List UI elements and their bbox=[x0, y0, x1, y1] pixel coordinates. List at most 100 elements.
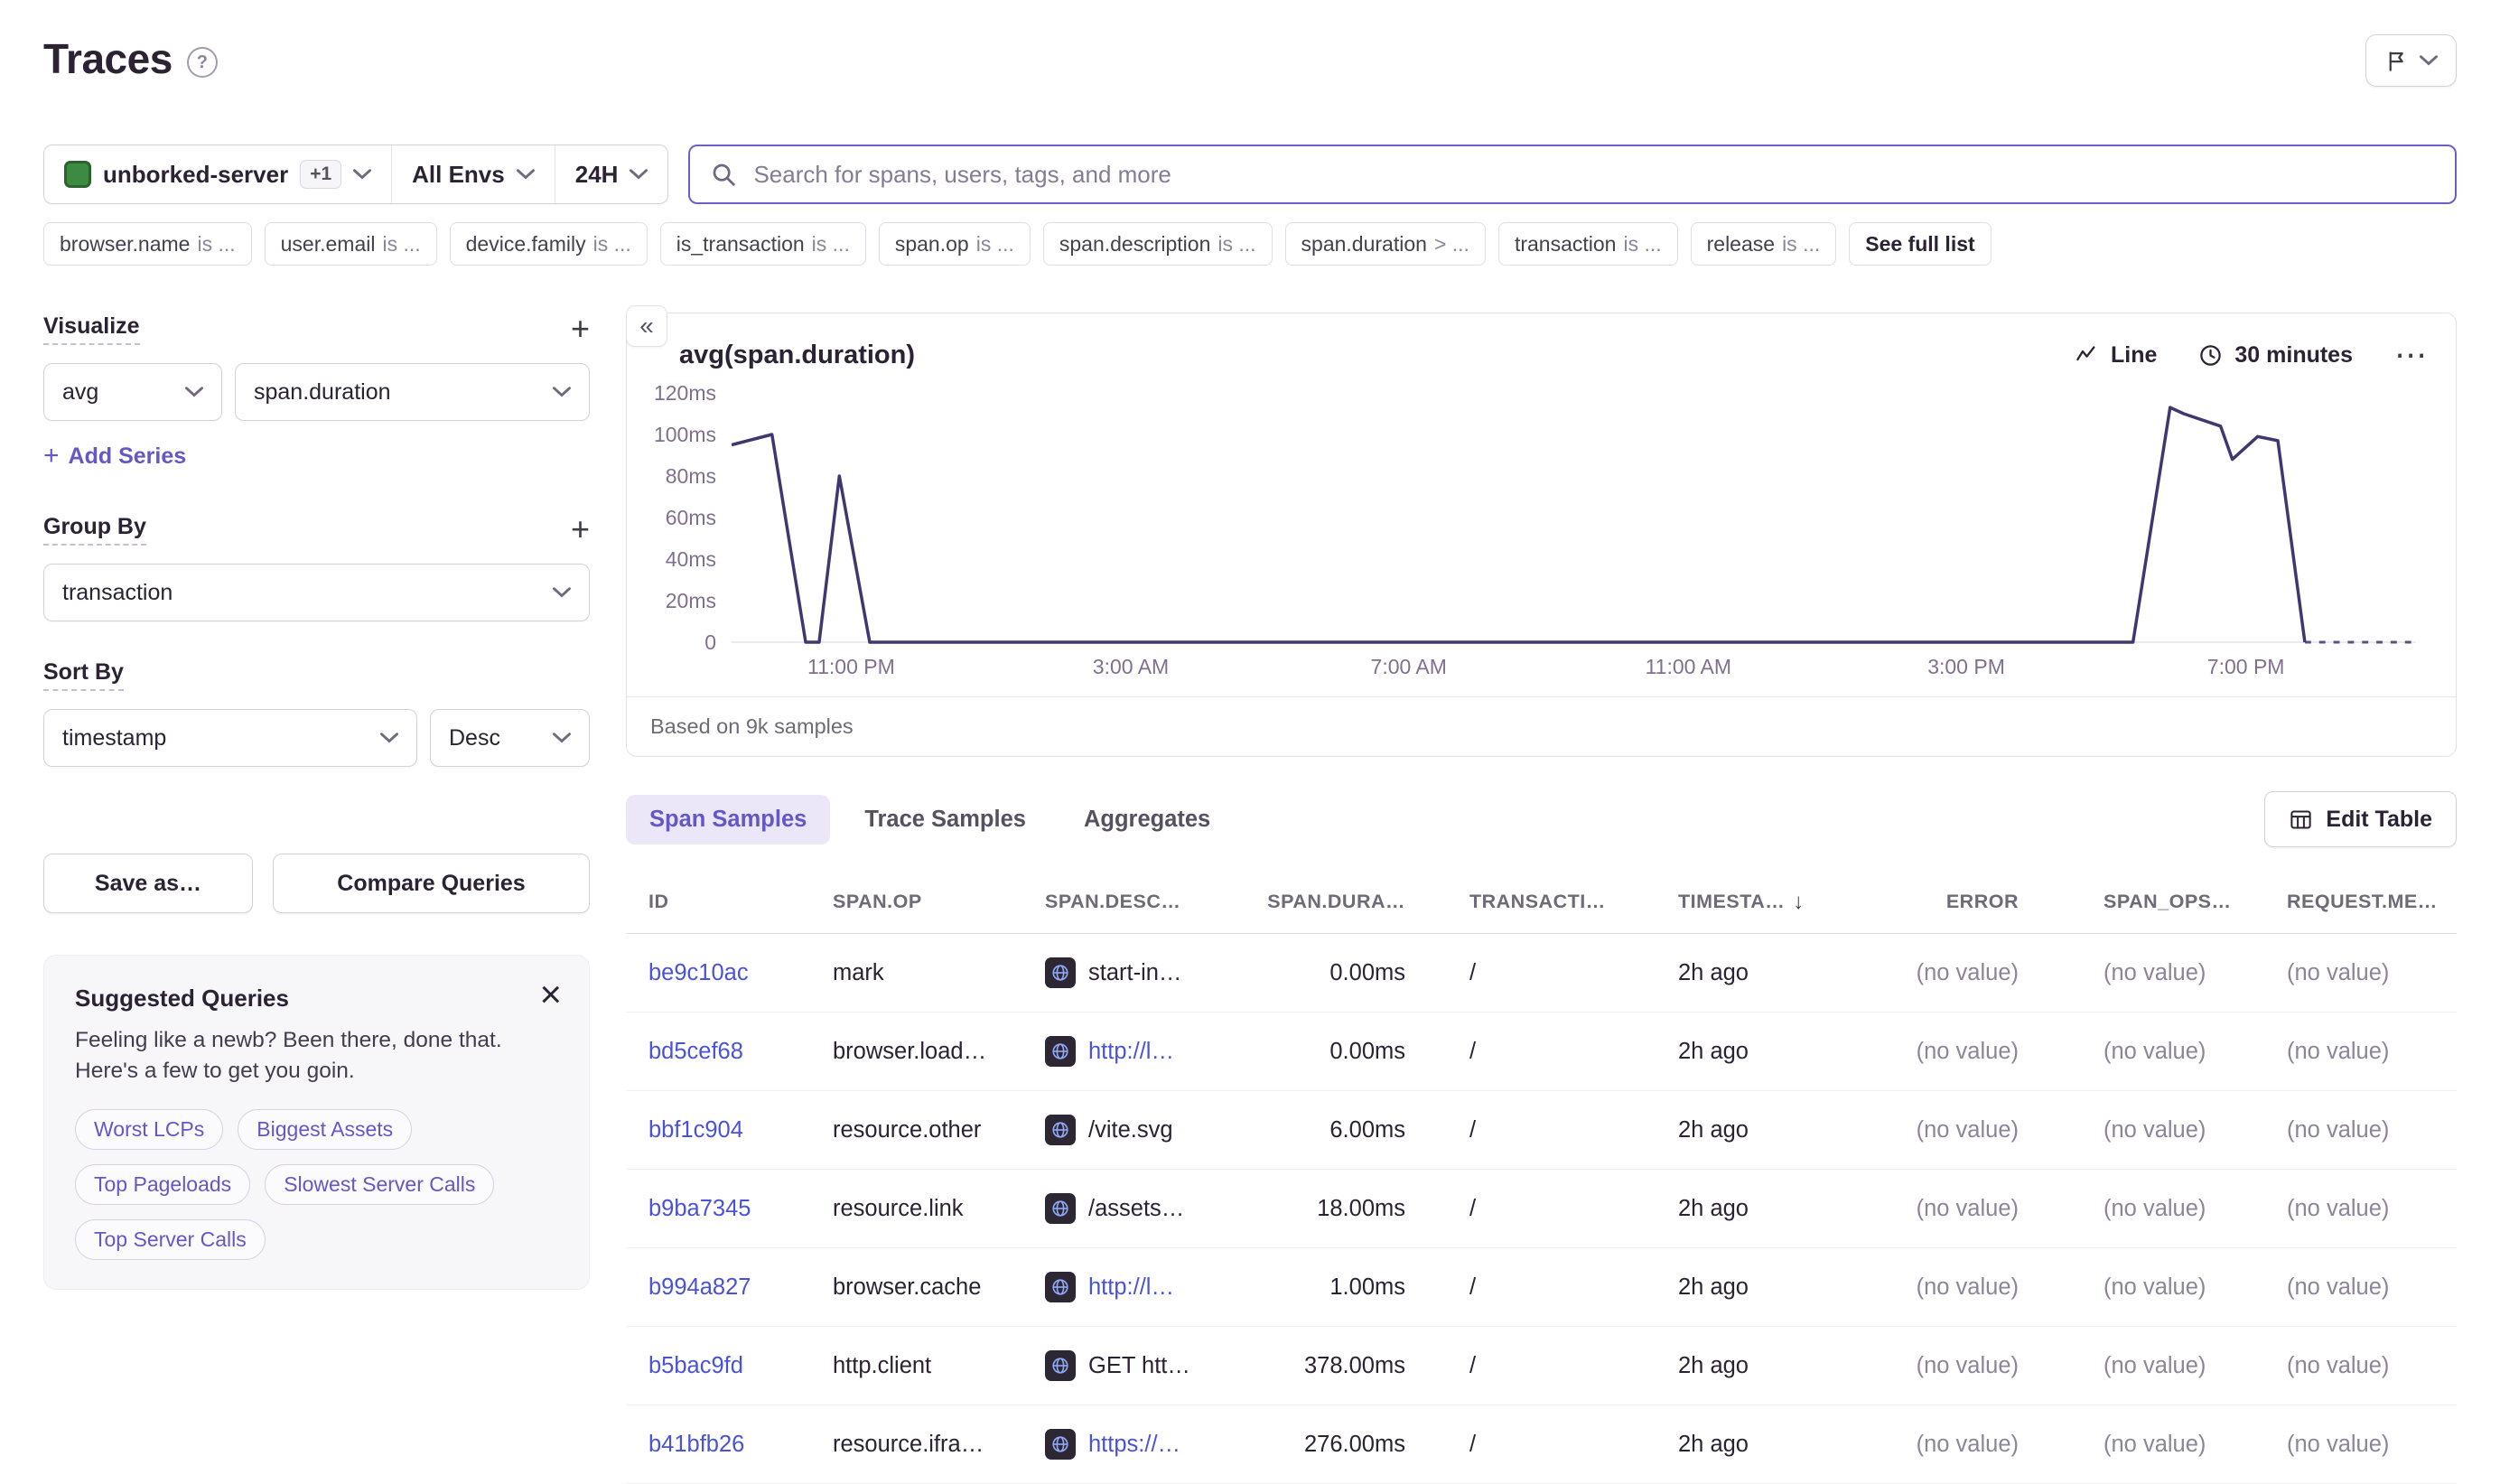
column-label: ID bbox=[648, 891, 669, 913]
save-as-button[interactable]: Save as… bbox=[43, 854, 253, 913]
page-title-wrap: Traces ? bbox=[43, 34, 218, 83]
chart-controls: Line 30 minutes ⋯ bbox=[2075, 339, 2429, 371]
span-description-text[interactable]: https://… bbox=[1088, 1432, 1180, 1458]
span-duration-cell: 18.00ms bbox=[1250, 1196, 1469, 1222]
column-label: SPAN.DURA… bbox=[1267, 891, 1405, 913]
request-method-cell: (no value) bbox=[2287, 1039, 2457, 1065]
timestamp-value[interactable]: 2h ago bbox=[1678, 1353, 1749, 1379]
search-icon bbox=[710, 161, 737, 188]
column-header[interactable]: SPAN_OPS… bbox=[2104, 891, 2287, 913]
close-icon[interactable]: × bbox=[539, 975, 562, 1013]
project-select[interactable]: unborked-server +1 bbox=[44, 145, 391, 203]
span-description-text: GET htt… bbox=[1088, 1353, 1190, 1379]
search-bar[interactable] bbox=[688, 145, 2457, 204]
span-ops-cell: (no value) bbox=[2104, 1432, 2287, 1458]
column-header[interactable]: SPAN.DESC… bbox=[1045, 891, 1250, 913]
timestamp-value[interactable]: 2h ago bbox=[1678, 1432, 1749, 1458]
span-id-link[interactable]: b994a827 bbox=[648, 1274, 833, 1301]
interval-button[interactable]: 30 minutes bbox=[2198, 342, 2353, 369]
error-cell: (no value) bbox=[1887, 1432, 2104, 1458]
quick-filter-chip[interactable]: browser.nameis ... bbox=[43, 222, 252, 266]
suggested-query-chip[interactable]: Slowest Server Calls bbox=[265, 1164, 494, 1205]
span-description-cell: GET htt… bbox=[1045, 1350, 1250, 1381]
suggested-query-chip[interactable]: Top Pageloads bbox=[75, 1164, 250, 1205]
column-header[interactable]: SPAN.OP bbox=[833, 891, 1045, 913]
span-id-link[interactable]: be9c10ac bbox=[648, 960, 833, 986]
span-duration-cell: 0.00ms bbox=[1250, 960, 1469, 986]
aggregate-value: avg bbox=[62, 379, 98, 406]
timestamp-value[interactable]: 2h ago bbox=[1678, 1196, 1749, 1222]
column-header[interactable]: TIMESTA…↓ bbox=[1678, 890, 1887, 915]
date-range-select[interactable]: 24H bbox=[555, 145, 668, 203]
span-description-text[interactable]: http://l… bbox=[1088, 1274, 1174, 1301]
span-description-cell: https://… bbox=[1045, 1429, 1250, 1460]
see-full-list-button[interactable]: See full list bbox=[1849, 222, 1991, 266]
compare-queries-button[interactable]: Compare Queries bbox=[273, 854, 590, 913]
span-id-link[interactable]: b5bac9fd bbox=[648, 1353, 833, 1379]
group-by-select[interactable]: transaction bbox=[43, 564, 590, 621]
timestamp-value[interactable]: 2h ago bbox=[1678, 1117, 1749, 1143]
column-header[interactable]: REQUEST.ME… bbox=[2287, 891, 2457, 913]
quick-filter-chip[interactable]: span.duration> ... bbox=[1285, 222, 1486, 266]
timestamp-value[interactable]: 2h ago bbox=[1678, 1039, 1749, 1065]
table-row[interactable]: b41bfb26resource.ifra…https://…276.00ms/… bbox=[626, 1405, 2457, 1484]
column-label: ERROR bbox=[1946, 891, 2019, 913]
add-group-by-button[interactable]: + bbox=[571, 513, 590, 546]
suggested-query-chip[interactable]: Top Server Calls bbox=[75, 1219, 266, 1260]
timestamp-value[interactable]: 2h ago bbox=[1678, 1274, 1749, 1301]
quick-filter-chip[interactable]: transactionis ... bbox=[1498, 222, 1678, 266]
span-id-link[interactable]: bd5cef68 bbox=[648, 1039, 833, 1065]
timestamp-cell: 2h ago bbox=[1678, 1117, 1887, 1143]
table-row[interactable]: bd5cef68browser.load…http://l…0.00ms/2h … bbox=[626, 1013, 2457, 1091]
visualize-field-select[interactable]: span.duration bbox=[235, 363, 590, 421]
plus-icon: + bbox=[43, 441, 60, 471]
tab-aggregates[interactable]: Aggregates bbox=[1060, 795, 1234, 845]
help-icon[interactable]: ? bbox=[187, 47, 218, 78]
request-method-cell: (no value) bbox=[2287, 1353, 2457, 1379]
chart-type-button[interactable]: Line bbox=[2075, 342, 2157, 369]
column-header[interactable]: ID bbox=[648, 891, 833, 913]
collapse-sidebar-button[interactable]: « bbox=[626, 305, 667, 347]
suggested-query-chip[interactable]: Biggest Assets bbox=[238, 1109, 412, 1150]
visualize-field-value: span.duration bbox=[254, 379, 391, 406]
table-row[interactable]: be9c10acmarkstart-in…0.00ms/2h ago(no va… bbox=[626, 934, 2457, 1013]
table-row[interactable]: bbf1c904resource.other/vite.svg6.00ms/2h… bbox=[626, 1091, 2457, 1170]
environment-select[interactable]: All Envs bbox=[391, 145, 555, 203]
project-platform-icon bbox=[1045, 1350, 1076, 1381]
quick-filter-chip[interactable]: span.opis ... bbox=[879, 222, 1031, 266]
quick-filter-chip[interactable]: user.emailis ... bbox=[265, 222, 437, 266]
table-row[interactable]: b9ba7345resource.link/assets…18.00ms/2h … bbox=[626, 1170, 2457, 1248]
column-label: SPAN.OP bbox=[833, 891, 922, 913]
add-series-button[interactable]: + Add Series bbox=[43, 441, 186, 471]
feedback-button[interactable] bbox=[2365, 34, 2457, 87]
span-description-text[interactable]: http://l… bbox=[1088, 1039, 1174, 1065]
project-platform-icon bbox=[1045, 1193, 1076, 1224]
search-input[interactable] bbox=[751, 160, 2435, 190]
filter-op-label: is ... bbox=[1782, 232, 1820, 257]
suggested-query-chip[interactable]: Worst LCPs bbox=[75, 1109, 223, 1150]
quick-filter-chip[interactable]: span.descriptionis ... bbox=[1043, 222, 1273, 266]
timestamp-value[interactable]: 2h ago bbox=[1678, 960, 1749, 986]
column-header[interactable]: SPAN.DURA… bbox=[1250, 891, 1469, 913]
span-id-link[interactable]: bbf1c904 bbox=[648, 1117, 833, 1143]
column-header[interactable]: TRANSACTI… bbox=[1469, 891, 1678, 913]
column-header[interactable]: ERROR bbox=[1887, 891, 2104, 913]
chart-title: avg(span.duration) bbox=[679, 341, 915, 370]
tab-span-samples[interactable]: Span Samples bbox=[626, 795, 830, 845]
table-row[interactable]: b994a827browser.cachehttp://l…1.00ms/2h … bbox=[626, 1248, 2457, 1327]
globe-icon bbox=[1050, 1277, 1070, 1297]
quick-filter-chip[interactable]: device.familyis ... bbox=[450, 222, 648, 266]
edit-table-button[interactable]: Edit Table bbox=[2264, 791, 2457, 847]
add-visualize-button[interactable]: + bbox=[571, 313, 590, 345]
aggregate-select[interactable]: avg bbox=[43, 363, 222, 421]
sort-field-select[interactable]: timestamp bbox=[43, 709, 417, 767]
table-row[interactable]: b5bac9fdhttp.clientGET htt…378.00ms/2h a… bbox=[626, 1327, 2457, 1405]
quick-filter-chip[interactable]: is_transactionis ... bbox=[660, 222, 866, 266]
span-id-link[interactable]: b41bfb26 bbox=[648, 1432, 833, 1458]
span-id-link[interactable]: b9ba7345 bbox=[648, 1196, 833, 1222]
span-duration-cell: 1.00ms bbox=[1250, 1274, 1469, 1301]
tab-trace-samples[interactable]: Trace Samples bbox=[841, 795, 1049, 845]
sort-direction-select[interactable]: Desc bbox=[430, 709, 590, 767]
chart-overflow-menu[interactable]: ⋯ bbox=[2394, 339, 2429, 371]
quick-filter-chip[interactable]: releaseis ... bbox=[1691, 222, 1837, 266]
